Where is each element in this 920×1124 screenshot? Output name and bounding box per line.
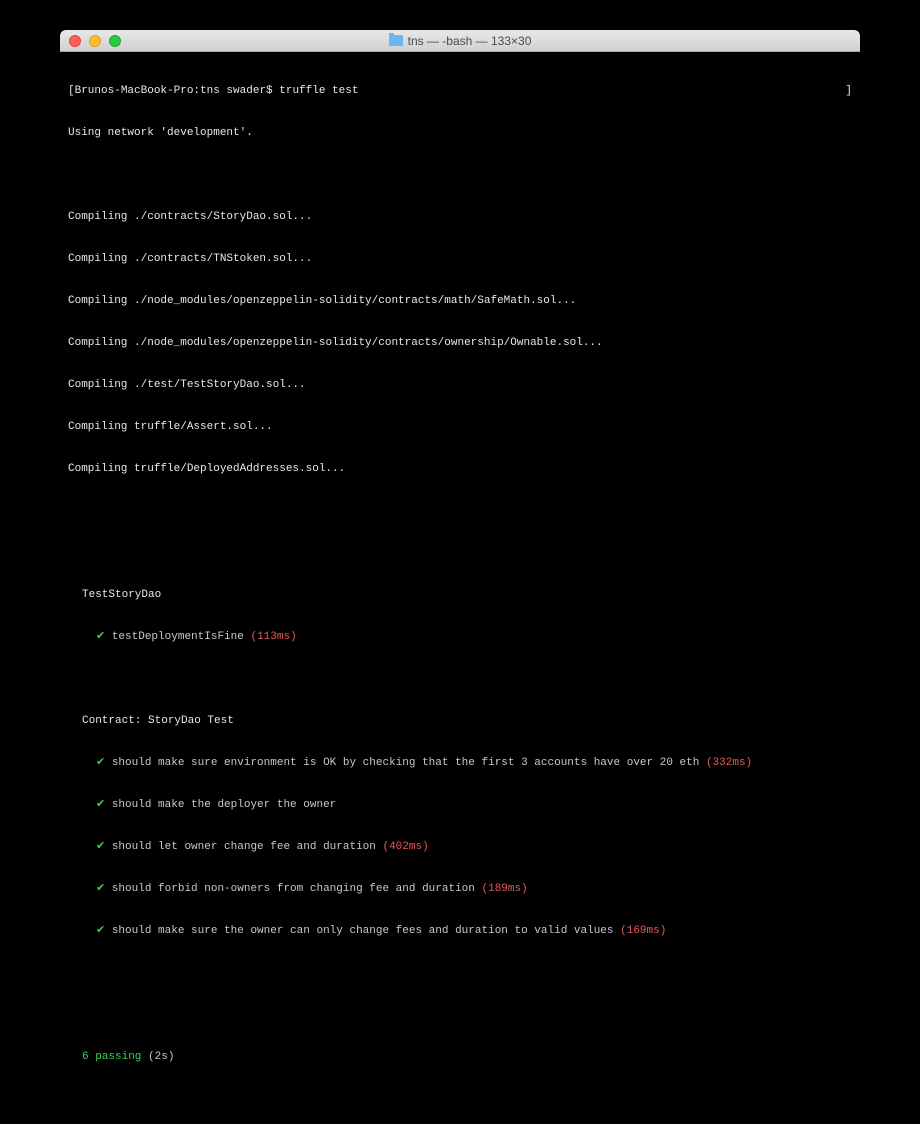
- test-time: (402ms): [382, 841, 428, 853]
- check-icon: ✔: [96, 757, 112, 769]
- window-title: tns — -bash — 133×30: [60, 34, 860, 48]
- compile-line: Compiling ./node_modules/openzeppelin-so…: [68, 294, 852, 308]
- titlebar[interactable]: tns — -bash — 133×30: [60, 30, 860, 52]
- check-icon: ✔: [96, 841, 112, 853]
- test-time: (169ms): [620, 925, 666, 937]
- test-desc: should make sure environment is OK by ch…: [112, 757, 700, 769]
- minimize-icon[interactable]: [89, 35, 101, 47]
- bracket-right: ]: [845, 84, 852, 98]
- test-row: ✔ should make sure the owner can only ch…: [68, 924, 852, 938]
- zoom-icon[interactable]: [109, 35, 121, 47]
- check-icon: ✔: [96, 883, 112, 895]
- passing-duration: (2s): [148, 1051, 174, 1063]
- test-desc: testDeploymentIsFine: [112, 631, 244, 643]
- suite-name: Contract: StoryDao Test: [68, 714, 852, 728]
- compile-line: Compiling truffle/Assert.sol...: [68, 420, 852, 434]
- terminal-window: tns — -bash — 133×30 [Brunos-MacBook-Pro…: [60, 30, 860, 1124]
- close-icon[interactable]: [69, 35, 81, 47]
- summary-line: 6 passing (2s): [68, 1050, 852, 1064]
- check-icon: ✔: [96, 925, 112, 937]
- test-desc: should forbid non-owners from changing f…: [112, 883, 475, 895]
- compile-line: Compiling ./contracts/StoryDao.sol...: [68, 210, 852, 224]
- compile-line: Compiling ./contracts/TNStoken.sol...: [68, 252, 852, 266]
- bracket-left: [: [68, 85, 75, 97]
- test-desc: should make the deployer the owner: [112, 799, 336, 811]
- suite-name: TestStoryDao: [68, 588, 852, 602]
- test-row: ✔ should make sure environment is OK by …: [68, 756, 852, 770]
- prompt-line-1: [Brunos-MacBook-Pro:tns swader$ truffle …: [68, 84, 852, 98]
- terminal-body[interactable]: [Brunos-MacBook-Pro:tns swader$ truffle …: [60, 52, 860, 1124]
- compile-line: Compiling ./test/TestStoryDao.sol...: [68, 378, 852, 392]
- passing-count: 6 passing: [82, 1051, 141, 1063]
- test-row: ✔ testDeploymentIsFine (113ms): [68, 630, 852, 644]
- compile-line: Compiling truffle/DeployedAddresses.sol.…: [68, 462, 852, 476]
- test-desc: should make sure the owner can only chan…: [112, 925, 614, 937]
- test-time: (113ms): [250, 631, 296, 643]
- test-time: (332ms): [706, 757, 752, 769]
- compile-line: Compiling ./node_modules/openzeppelin-so…: [68, 336, 852, 350]
- test-row: ✔ should make the deployer the owner: [68, 798, 852, 812]
- traffic-lights: [60, 35, 121, 47]
- check-icon: ✔: [96, 631, 112, 643]
- test-row: ✔ should forbid non-owners from changing…: [68, 882, 852, 896]
- prompt-command: Brunos-MacBook-Pro:tns swader$ truffle t…: [75, 85, 359, 97]
- check-icon: ✔: [96, 799, 112, 811]
- window-title-text: tns — -bash — 133×30: [408, 34, 532, 48]
- test-desc: should let owner change fee and duration: [112, 841, 376, 853]
- folder-icon: [389, 35, 403, 46]
- test-row: ✔ should let owner change fee and durati…: [68, 840, 852, 854]
- network-line: Using network 'development'.: [68, 126, 852, 140]
- test-time: (189ms): [482, 883, 528, 895]
